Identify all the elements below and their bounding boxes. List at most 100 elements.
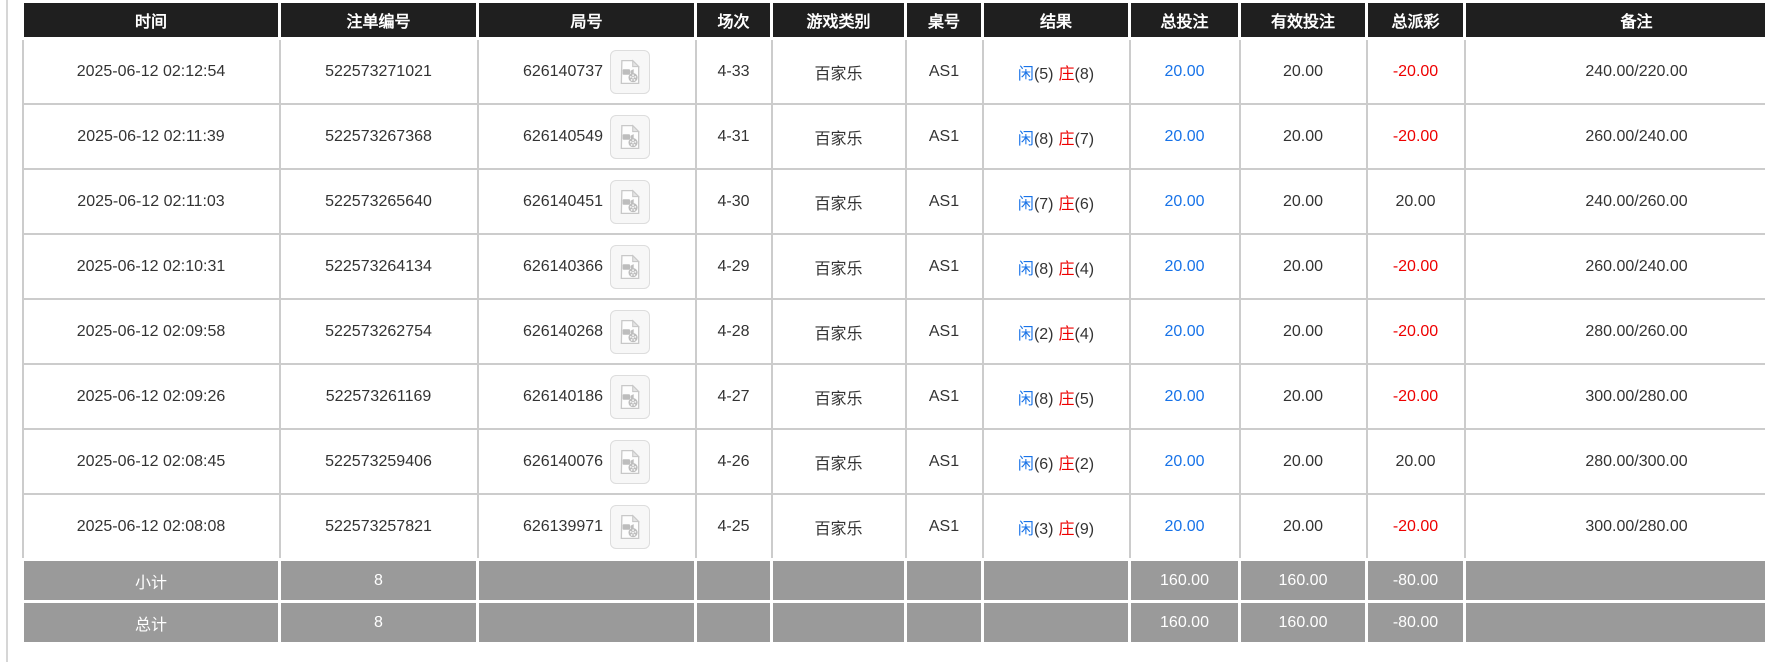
- payout-cell: -20.00: [1367, 39, 1465, 105]
- payout-cell: -80.00: [1367, 602, 1465, 644]
- total-bet-link[interactable]: 20.00: [1164, 63, 1204, 80]
- video-replay-button[interactable]: [610, 310, 650, 354]
- cell-empty: [696, 602, 772, 644]
- cell-time: 2025-06-12 02:09:58: [23, 299, 280, 364]
- total-bet-link[interactable]: 20.00: [1164, 193, 1204, 210]
- cell-total-bet[interactable]: 20.00: [1130, 169, 1240, 234]
- cell-empty: [906, 602, 983, 644]
- result-banker-score: (7): [1075, 131, 1095, 148]
- total-bet-link[interactable]: 20.00: [1164, 388, 1204, 405]
- cell-game-type: 百家乐: [772, 169, 906, 234]
- cell-total-bet[interactable]: 20.00: [1130, 104, 1240, 169]
- video-replay-button[interactable]: [610, 375, 650, 419]
- video-replay-button[interactable]: [610, 50, 650, 94]
- table-row: 2025-06-12 02:11:03 522573265640 6261404…: [23, 169, 1765, 234]
- cell-result: 闲(3)庄(9): [983, 494, 1130, 560]
- result-banker-label: 庄: [1059, 131, 1075, 148]
- table-row: 2025-06-12 02:08:08 522573257821 6261399…: [23, 494, 1765, 560]
- cell-remark: 280.00/300.00: [1465, 429, 1765, 494]
- cell-total-bet[interactable]: 20.00: [1130, 494, 1240, 560]
- cell-remark: 260.00/240.00: [1465, 104, 1765, 169]
- total-bet-link[interactable]: 20.00: [1164, 453, 1204, 470]
- cell-game-type: 百家乐: [772, 429, 906, 494]
- cell-result: 闲(2)庄(4): [983, 299, 1130, 364]
- cell-total-bet[interactable]: 20.00: [1130, 234, 1240, 299]
- round-number: 626140451: [523, 193, 603, 211]
- video-file-icon: [617, 189, 643, 215]
- cell-bet-id: 522573267368: [280, 104, 478, 169]
- cell-session: 4-27: [696, 364, 772, 429]
- cell-bet-id: 522573271021: [280, 39, 478, 105]
- col-header-result: 结果: [983, 2, 1130, 39]
- total-bet-link[interactable]: 20.00: [1164, 128, 1204, 145]
- table-row: 2025-06-12 02:08:45 522573259406 6261400…: [23, 429, 1765, 494]
- cell-game-type: 百家乐: [772, 494, 906, 560]
- video-file-icon: [617, 449, 643, 475]
- result-banker-label: 庄: [1059, 456, 1075, 473]
- cell-game-type: 百家乐: [772, 104, 906, 169]
- cell-bet-id: 522573259406: [280, 429, 478, 494]
- cell-time: 2025-06-12 02:08:08: [23, 494, 280, 560]
- cell-valid-bet: 20.00: [1240, 104, 1367, 169]
- result-banker-score: (5): [1075, 391, 1095, 408]
- cell-round-id: 626139971: [478, 494, 696, 560]
- round-number: 626140549: [523, 128, 603, 146]
- result-player-score: (8): [1034, 131, 1054, 148]
- col-header-total-bet: 总投注: [1130, 2, 1240, 39]
- result-player-score: (7): [1034, 196, 1054, 213]
- cell-remark: 240.00/260.00: [1465, 169, 1765, 234]
- total-bet-link[interactable]: 20.00: [1164, 518, 1204, 535]
- panel-left-border: [6, 0, 8, 662]
- subtotal-valid-bet: 160.00: [1240, 560, 1367, 602]
- cell-round-id: 626140076: [478, 429, 696, 494]
- total-bet-link[interactable]: 20.00: [1164, 258, 1204, 275]
- table-header: 时间 注单编号 局号 场次 游戏类别 桌号 结果 总投注 有效投注 总派彩 备注: [23, 2, 1765, 39]
- subtotal-row: 小计 8 160.00 160.00 -80.00: [23, 560, 1765, 602]
- cell-empty: [983, 602, 1130, 644]
- total-bet-link[interactable]: 20.00: [1164, 323, 1204, 340]
- cell-game-type: 百家乐: [772, 39, 906, 105]
- payout-cell: -20.00: [1367, 299, 1465, 364]
- video-replay-button[interactable]: [610, 245, 650, 289]
- result-player-label: 闲: [1018, 326, 1034, 343]
- cell-total-bet[interactable]: 20.00: [1130, 364, 1240, 429]
- round-number: 626140268: [523, 323, 603, 341]
- table-row: 2025-06-12 02:12:54 522573271021 6261407…: [23, 39, 1765, 105]
- result-player-score: (8): [1034, 261, 1054, 278]
- cell-total-bet[interactable]: 20.00: [1130, 39, 1240, 105]
- cell-valid-bet: 20.00: [1240, 364, 1367, 429]
- cell-game-type: 百家乐: [772, 234, 906, 299]
- cell-table-no: AS1: [906, 234, 983, 299]
- video-file-icon: [617, 319, 643, 345]
- cell-round-id: 626140366: [478, 234, 696, 299]
- cell-total-bet[interactable]: 20.00: [1130, 429, 1240, 494]
- cell-session: 4-29: [696, 234, 772, 299]
- result-banker-score: (4): [1075, 261, 1095, 278]
- result-player-score: (5): [1034, 66, 1054, 83]
- cell-round-id: 626140268: [478, 299, 696, 364]
- video-replay-button[interactable]: [610, 440, 650, 484]
- result-player-score: (8): [1034, 391, 1054, 408]
- video-replay-button[interactable]: [610, 180, 650, 224]
- result-player-label: 闲: [1018, 66, 1034, 83]
- payout-cell: 20.00: [1367, 429, 1465, 494]
- cell-table-no: AS1: [906, 169, 983, 234]
- cell-valid-bet: 20.00: [1240, 39, 1367, 105]
- cell-total-bet[interactable]: 20.00: [1130, 299, 1240, 364]
- cell-result: 闲(6)庄(2): [983, 429, 1130, 494]
- cell-valid-bet: 20.00: [1240, 299, 1367, 364]
- cell-round-id: 626140186: [478, 364, 696, 429]
- col-header-round-id: 局号: [478, 2, 696, 39]
- payout-cell: -20.00: [1367, 104, 1465, 169]
- cell-table-no: AS1: [906, 299, 983, 364]
- cell-empty: [478, 560, 696, 602]
- video-replay-button[interactable]: [610, 505, 650, 549]
- video-replay-button[interactable]: [610, 115, 650, 159]
- cell-time: 2025-06-12 02:09:26: [23, 364, 280, 429]
- cell-valid-bet: 20.00: [1240, 494, 1367, 560]
- payout-cell: -20.00: [1367, 494, 1465, 560]
- result-banker-label: 庄: [1059, 326, 1075, 343]
- cell-remark: 240.00/220.00: [1465, 39, 1765, 105]
- result-player-label: 闲: [1018, 521, 1034, 538]
- cell-session: 4-26: [696, 429, 772, 494]
